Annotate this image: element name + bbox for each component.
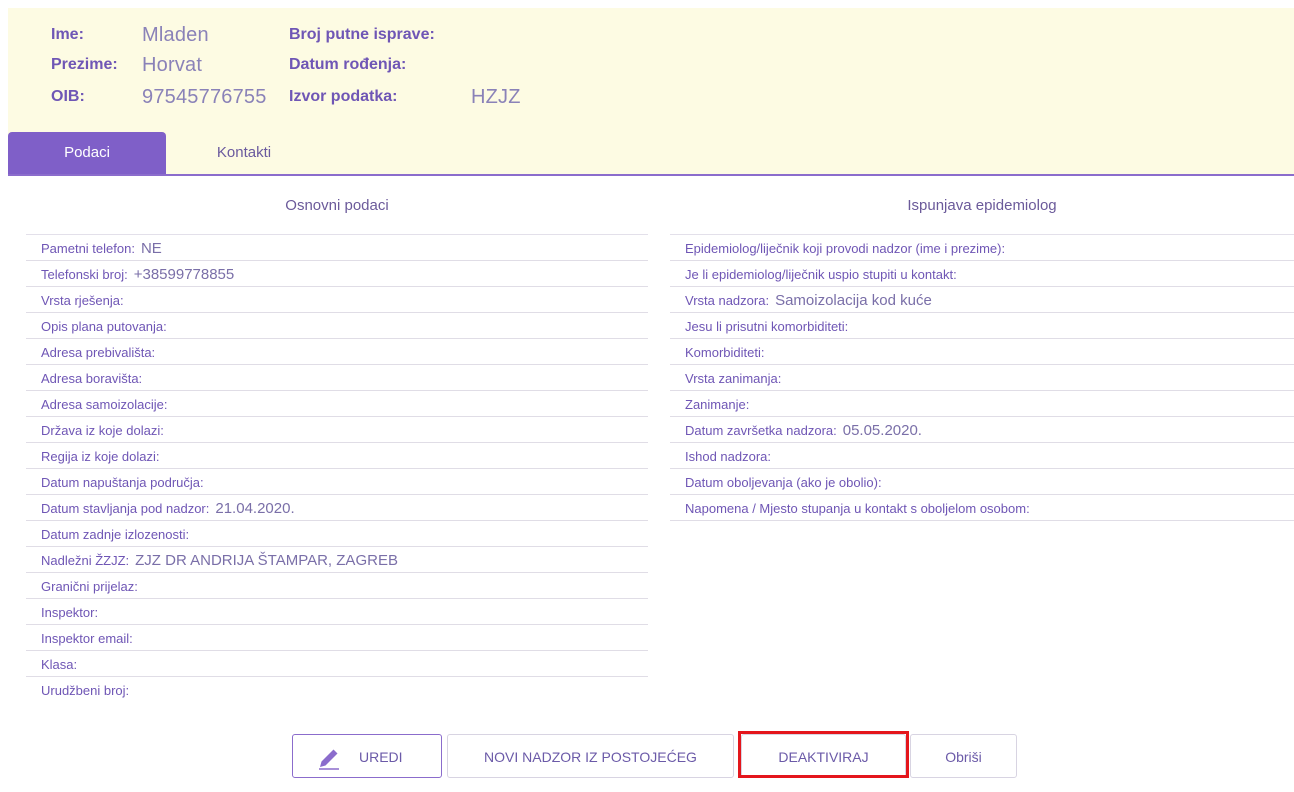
field-label: Država iz koje dolazi: — [41, 423, 164, 438]
field-row: Telefonski broj: +38599778855 — [26, 261, 648, 287]
tab-kontakti[interactable]: Kontakti — [166, 132, 322, 174]
field-row: Adresa boravišta: — [26, 365, 648, 391]
field-row: Vrsta nadzora: Samoizolacija kod kuće — [670, 287, 1294, 313]
field-row: Adresa samoizolacije: — [26, 391, 648, 417]
tab-podaci[interactable]: Podaci — [8, 132, 166, 174]
field-label: Inspektor email: — [41, 631, 133, 646]
field-row: Ishod nadzora: — [670, 443, 1294, 469]
ime-label: Ime: — [51, 26, 84, 43]
field-label: Klasa: — [41, 657, 78, 672]
oib-label: OIB: — [51, 88, 85, 105]
ime-value: Mladen — [142, 24, 209, 46]
osnovni-podaci-column: Osnovni podaci Pametni telefon: NE Telefon… — [26, 176, 648, 702]
page-frame: Ime: Mladen Broj putne isprave: Prezime:… — [8, 8, 1294, 792]
field-label: Datum stavljanja pod nadzor: — [41, 501, 210, 516]
field-row: Epidemiolog/liječnik koji provodi nadzor… — [670, 235, 1294, 261]
field-row: Datum napuštanja područja: — [26, 469, 648, 495]
field-label: Napomena / Mjesto stupanja u kontakt s o… — [685, 501, 1030, 516]
field-label: Je li epidemiolog/liječnik uspio stupiti… — [685, 267, 957, 282]
field-label: Vrsta zanimanja: — [685, 371, 782, 386]
field-label: Nadležni ŽZJZ: — [41, 553, 130, 568]
field-label: Vrsta nadzora: — [685, 293, 770, 308]
prezime-label: Prezime: — [51, 56, 118, 73]
field-row: Nadležni ŽZJZ: ZJZ DR ANDRIJA ŠTAMPAR, ZA… — [26, 547, 648, 573]
field-row: Granični prijelaz: — [26, 573, 648, 599]
field-row: Regija iz koje dolazi: — [26, 443, 648, 469]
izvor-podatka-value: HZJZ — [471, 86, 521, 108]
field-label: Datum zadnje izlozenosti: — [41, 527, 190, 542]
field-value: +38599778855 — [133, 266, 235, 283]
details-panel: Osnovni podaci Pametni telefon: NE Telefon… — [8, 176, 1294, 792]
uredi-button[interactable]: UREDI — [292, 734, 442, 778]
field-label: Vrsta rješenja: — [41, 293, 124, 308]
obrisi-button[interactable]: Obriši — [910, 734, 1017, 778]
field-row: Opis plana putovanja: — [26, 313, 648, 339]
field-row: Datum stavljanja pod nadzor: 21.04.2020. — [26, 495, 648, 521]
field-label: Telefonski broj: — [41, 267, 128, 282]
field-value: Samoizolacija kod kuće — [775, 292, 932, 309]
osnovni-podaci-rows: Pametni telefon: NE Telefonski broj: +38599… — [26, 235, 648, 702]
field-row: Datum završetka nadzora: 05.05.2020. — [670, 417, 1294, 443]
field-label: Inspektor: — [41, 605, 99, 620]
broj-putne-isprave-label: Broj putne isprave: — [289, 26, 435, 43]
field-row: Je li epidemiolog/liječnik uspio stupiti… — [670, 261, 1294, 287]
field-row: Klasa: — [26, 651, 648, 677]
field-row: Vrsta rješenja: — [26, 287, 648, 313]
field-row: Datum zadnje izlozenosti: — [26, 521, 648, 547]
oib-value: 97545776755 — [142, 86, 267, 108]
field-label: Komorbiditeti: — [685, 345, 765, 360]
field-label: Opis plana putovanja: — [41, 319, 167, 334]
field-value: 21.04.2020. — [215, 500, 295, 517]
field-row: Vrsta zanimanja: — [670, 365, 1294, 391]
field-row: Zanimanje: — [670, 391, 1294, 417]
field-label: Ishod nadzora: — [685, 449, 772, 464]
epidemiolog-title: Ispunjava epidemiolog — [670, 176, 1294, 235]
field-label: Granični prijelaz: — [41, 579, 138, 594]
field-label: Urudžbeni broj: — [41, 683, 130, 698]
field-value: 05.05.2020. — [842, 422, 922, 439]
tab-bar: Podaci Kontakti — [8, 132, 1294, 176]
prezime-value: Horvat — [142, 54, 203, 76]
field-label: Pametni telefon: — [41, 241, 135, 256]
field-row: Datum oboljevanja (ako je obolio): — [670, 469, 1294, 495]
field-row: Komorbiditeti: — [670, 339, 1294, 365]
field-label: Datum oboljevanja (ako je obolio): — [685, 475, 882, 490]
osnovni-podaci-title: Osnovni podaci — [26, 176, 648, 235]
field-row: Adresa prebivališta: — [26, 339, 648, 365]
field-row: Inspektor email: — [26, 625, 648, 651]
field-row: Napomena / Mjesto stupanja u kontakt s o… — [670, 495, 1294, 521]
field-label: Jesu li prisutni komorbiditeti: — [685, 319, 849, 334]
izvor-podatka-label: Izvor podatka: — [289, 88, 398, 105]
field-label: Adresa prebivališta: — [41, 345, 156, 360]
field-value: NE — [140, 240, 162, 257]
epidemiolog-column: Ispunjava epidemiolog Epidemiolog/liječn… — [670, 176, 1294, 521]
field-label: Adresa samoizolacije: — [41, 397, 168, 412]
highlight-box — [738, 731, 909, 778]
field-row: Jesu li prisutni komorbiditeti: — [670, 313, 1294, 339]
datum-rodjenja-label: Datum rođenja: — [289, 56, 407, 73]
pencil-icon — [319, 749, 339, 770]
field-label: Datum završetka nadzora: — [685, 423, 837, 438]
uredi-label: UREDI — [359, 749, 403, 765]
field-row: Inspektor: — [26, 599, 648, 625]
field-label: Regija iz koje dolazi: — [41, 449, 160, 464]
field-label: Epidemiolog/liječnik koji provodi nadzor… — [685, 241, 1006, 256]
field-label: Zanimanje: — [685, 397, 750, 412]
epidemiolog-rows: Epidemiolog/liječnik koji provodi nadzor… — [670, 235, 1294, 521]
novi-nadzor-button[interactable]: NOVI NADZOR IZ POSTOJEĆEG — [447, 734, 734, 778]
field-value: ZJZ DR ANDRIJA ŠTAMPAR, ZAGREB — [135, 552, 398, 569]
field-row: Država iz koje dolazi: — [26, 417, 648, 443]
field-row: Pametni telefon: NE — [26, 235, 648, 261]
field-row: Urudžbeni broj: — [26, 677, 648, 702]
field-label: Datum napuštanja područja: — [41, 475, 204, 490]
field-label: Adresa boravišta: — [41, 371, 143, 386]
